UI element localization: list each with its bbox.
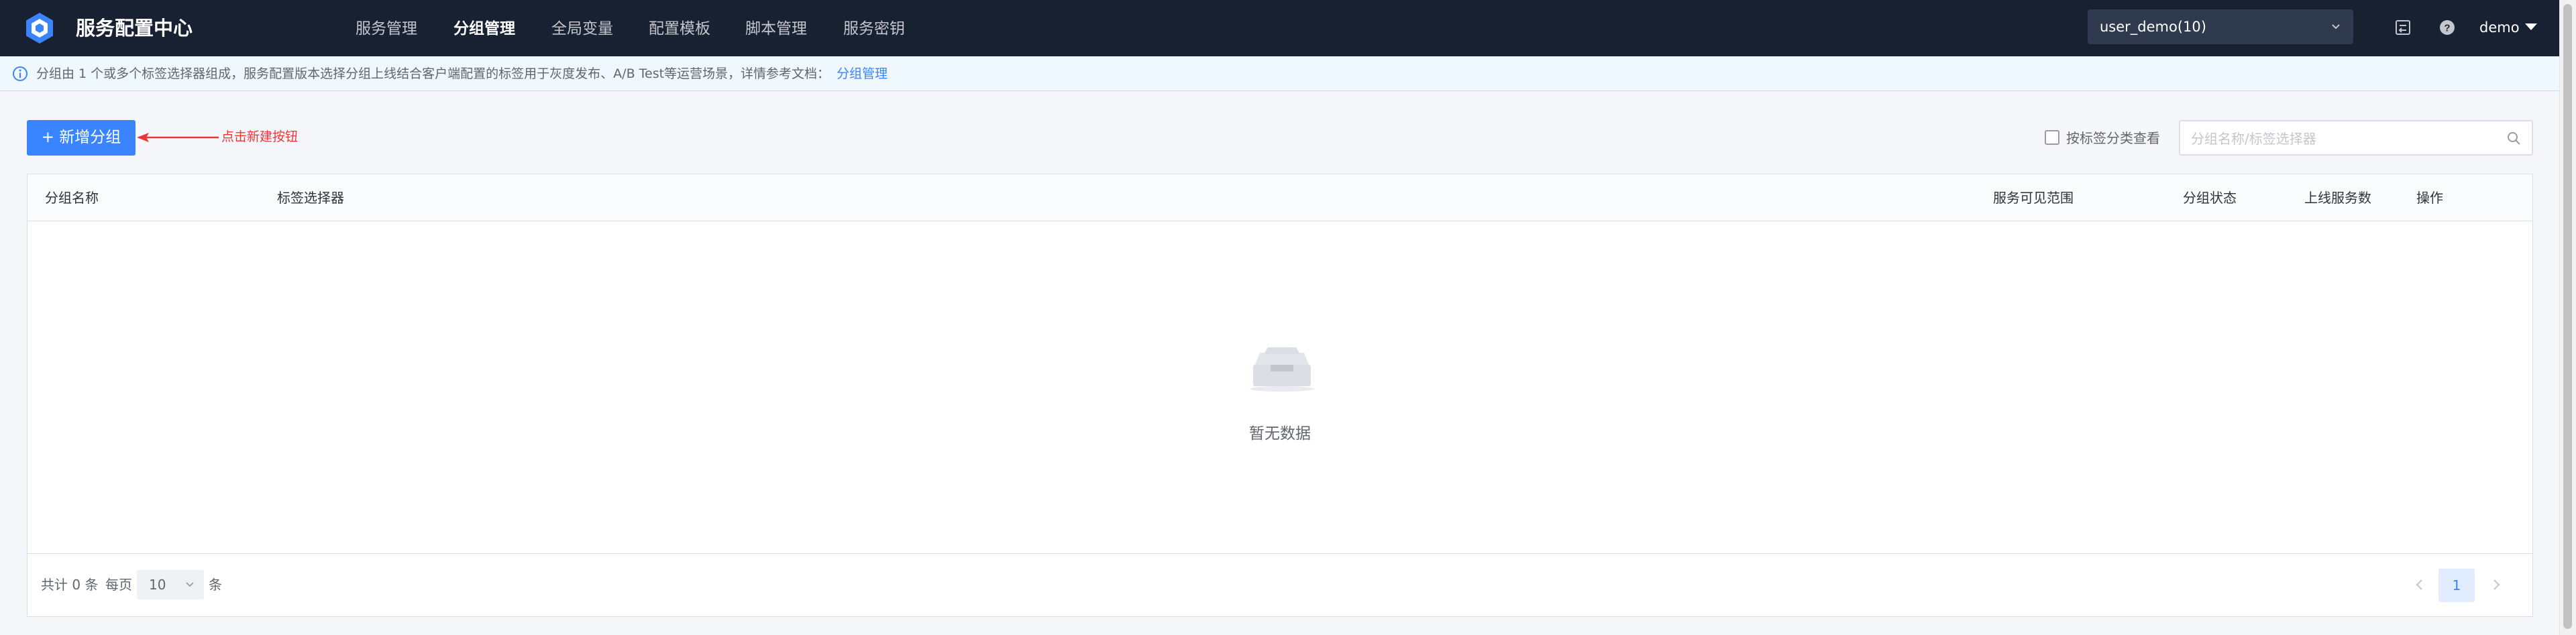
business-select[interactable]: user_demo(10) [2088, 9, 2353, 44]
pagination-bar: 共计 0 条 每页 10 条 1 [28, 553, 2532, 617]
column-header-actions: 操作 [2416, 190, 2443, 206]
caret-down-icon [2524, 23, 2537, 30]
search-input[interactable]: 分组名称/标签选择器 [2179, 120, 2533, 156]
user-name: demo [2479, 19, 2520, 36]
chevron-down-icon [2332, 24, 2340, 30]
annotation-arrow-icon [137, 133, 219, 142]
info-alert-bar: 分组由 1 个或多个标签选择器组成，服务配置版本选择分组上线结合客户端配置的标签… [0, 56, 2560, 91]
annotation-text: 点击新建按钮 [221, 129, 299, 144]
table-header: 分组名称 标签选择器 服务可见范围 分组状态 上线服务数 操作 [28, 174, 2532, 221]
svg-text:?: ? [2444, 23, 2450, 34]
empty-state-text: 暂无数据 [1249, 425, 1311, 443]
total-count: 共计 0 条 [41, 577, 99, 593]
nav-item-script-management[interactable]: 脚本管理 [745, 19, 807, 39]
checkbox-box[interactable] [2045, 130, 2059, 145]
page-number-current[interactable]: 1 [2438, 569, 2475, 602]
help-icon[interactable]: ? [2438, 18, 2457, 37]
search-placeholder: 分组名称/标签选择器 [2191, 131, 2316, 147]
group-table: 分组名称 标签选择器 服务可见范围 分组状态 上线服务数 操作 暂无数据 共计 … [27, 174, 2533, 617]
doc-link-group-management[interactable]: 分组管理 [837, 66, 888, 81]
vertical-scrollbar[interactable] [2559, 0, 2576, 635]
page-size-unit: 条 [209, 577, 222, 593]
app-title[interactable]: 服务配置中心 [76, 16, 193, 40]
per-page-label: 每页 [105, 577, 132, 593]
user-menu[interactable]: demo [2479, 18, 2537, 37]
checkbox-label: 按标签分类查看 [2066, 130, 2160, 146]
nav-item-global-variables[interactable]: 全局变量 [551, 19, 613, 39]
chevron-down-icon [186, 582, 194, 587]
empty-box-icon [1250, 347, 1314, 392]
column-header-group-name: 分组名称 [45, 190, 99, 206]
info-message: 分组由 1 个或多个标签选择器组成，服务配置版本选择分组上线结合客户端配置的标签… [36, 65, 888, 82]
page-size-select[interactable]: 10 [137, 570, 204, 599]
top-navigation-bar: 服务配置中心 服务管理 分组管理 全局变量 配置模板 脚本管理 服务密钥 use… [0, 0, 2560, 56]
nav-item-config-templates[interactable]: 配置模板 [649, 19, 710, 39]
search-icon[interactable] [2506, 131, 2521, 146]
info-message-text: 分组由 1 个或多个标签选择器组成，服务配置版本选择分组上线结合客户端配置的标签… [36, 66, 830, 81]
nav-item-group-management[interactable]: 分组管理 [453, 19, 515, 39]
log-icon[interactable] [2394, 18, 2412, 37]
add-group-button[interactable]: + 新增分组 [27, 120, 136, 156]
business-select-value: user_demo(10) [2100, 19, 2206, 35]
chevron-left-icon[interactable] [2413, 575, 2426, 594]
column-header-group-status: 分组状态 [2183, 190, 2237, 206]
info-icon [13, 66, 28, 81]
chevron-right-icon[interactable] [2489, 575, 2503, 594]
scrollbar-thumb[interactable] [2563, 4, 2572, 629]
hexagon-logo-icon[interactable] [25, 12, 54, 44]
nav-item-service-keys[interactable]: 服务密钥 [843, 19, 905, 39]
column-header-label-selector: 标签选择器 [277, 190, 344, 206]
nav-item-service-management[interactable]: 服务管理 [356, 19, 417, 39]
page-size-value: 10 [149, 577, 166, 593]
column-header-service-scope: 服务可见范围 [1993, 190, 2074, 206]
column-header-online-services: 上线服务数 [2304, 190, 2371, 206]
